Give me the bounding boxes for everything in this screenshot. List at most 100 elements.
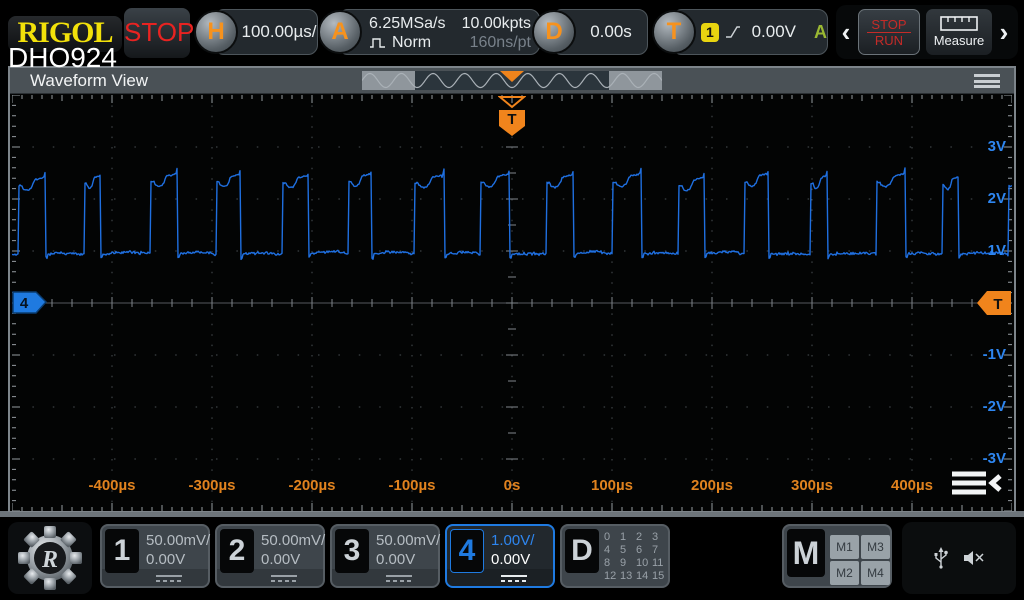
channel4-scale: 1.00V/ <box>491 532 535 549</box>
t-knob[interactable]: T <box>652 10 696 54</box>
ruler-icon <box>940 16 978 31</box>
menu-collapse-icon[interactable] <box>950 469 1002 499</box>
d-knob[interactable]: D <box>532 10 576 54</box>
channel3-number: 3 <box>335 529 369 573</box>
time-scale-label: 300µs <box>790 477 833 494</box>
volt-scale-label: -2V <box>982 398 1006 415</box>
channel2-scale: 50.00mV/ <box>261 532 326 549</box>
stop-label: STOP <box>867 17 911 33</box>
digital-channel-number: 8 <box>604 557 611 569</box>
digital-channel-number: 0 <box>604 531 611 543</box>
svg-text:R: R <box>41 547 58 573</box>
graticule-grid <box>12 95 1012 511</box>
digital-channel-number: 15 <box>652 570 665 582</box>
svg-text:T: T <box>507 111 516 128</box>
gear-icon: R <box>18 526 82 590</box>
trigger-sweep-mode: A <box>814 21 827 42</box>
run-status-indicator[interactable]: STOP <box>124 8 194 58</box>
channel2-card[interactable]: 2 50.00mV/ 0.00V <box>215 524 325 588</box>
channel4-card[interactable]: 4 1.00V/ 0.00V <box>445 524 555 588</box>
io-status-panel <box>902 522 1016 594</box>
time-scale-label: -100µs <box>388 477 436 494</box>
run-label: RUN <box>874 32 904 48</box>
top-bar: RIGOL STOP 100.00µs/ H 6.25MSa/s Norm 10… <box>0 0 1024 64</box>
sine-preview-icon <box>362 71 662 89</box>
volt-scale-label: 2V <box>987 190 1006 207</box>
channel1-offset: 0.00V <box>146 551 186 568</box>
digital-channel-number: 1 <box>620 531 627 543</box>
speaker-muted-icon <box>964 551 984 565</box>
a-knob[interactable]: A <box>318 10 362 54</box>
channel4-ground-marker[interactable]: 4 <box>12 291 48 314</box>
panel-header: Waveform View <box>10 68 1014 94</box>
acq-mode: Norm <box>392 34 432 51</box>
channel3-card[interactable]: 3 50.00mV/ 0.00V <box>330 524 440 588</box>
delay-value: 0.00s <box>590 22 632 41</box>
time-scale-label: -200µs <box>288 477 336 494</box>
acquisition-pill[interactable]: 6.25MSa/s Norm 10.00kpts 160ns/pt <box>338 9 540 55</box>
memory-depth: 10.00kpts <box>461 15 531 32</box>
waveform-view-panel: Waveform View T 4 T 3V 2V 1V -1V -2V -3V… <box>8 66 1016 512</box>
math-card[interactable]: M M1 M2 M3 M4 <box>782 524 892 588</box>
nav-left-chevron[interactable]: ‹ <box>840 7 852 57</box>
channel1-scale: 50.00mV/ <box>146 532 211 549</box>
volt-scale-label: -3V <box>982 450 1006 467</box>
channel4-trace <box>12 167 1012 261</box>
stop-run-button[interactable]: STOP RUN <box>858 9 920 55</box>
digital-channel-number: 6 <box>636 544 643 556</box>
trigger-source-badge: 1 <box>701 22 719 42</box>
digital-channel-number: 14 <box>636 570 649 582</box>
dc-coupling-icon <box>156 575 182 582</box>
channel4-number: 4 <box>450 529 484 573</box>
graticule-area: T 4 T 3V 2V 1V -1V -2V -3V -400µs -300µs -200µs -… <box>10 94 1014 511</box>
channel3-scale: 50.00mV/ <box>376 532 441 549</box>
h-knob[interactable]: H <box>194 10 238 54</box>
trigger-level-marker[interactable]: T <box>976 290 1012 316</box>
time-scale-label: -300µs <box>188 477 236 494</box>
channel4-offset: 0.00V <box>491 551 531 568</box>
trigger-position-marker[interactable]: T <box>498 95 526 137</box>
time-scale-label: 400µs <box>890 477 933 494</box>
rising-slope-icon <box>725 26 740 38</box>
channel2-number: 2 <box>220 529 254 573</box>
h-scale-value: 100.00µs/ <box>241 22 317 41</box>
time-scale-label: -400µs <box>88 477 136 494</box>
trigger-level-value: 0.00V <box>751 22 796 41</box>
volt-scale-label: 1V <box>987 242 1006 259</box>
usb-icon <box>934 547 948 569</box>
math3-button[interactable]: M3 <box>861 535 890 559</box>
dc-coupling-icon <box>501 575 527 582</box>
svg-text:T: T <box>993 296 1002 313</box>
digital-card-label: D <box>565 529 599 573</box>
svg-text:4: 4 <box>20 295 29 312</box>
digital-channel-grid: 0 1 2 3 4 5 6 7 8 9 10 11 12 13 14 15 <box>604 531 668 583</box>
sample-interval: 160ns/pt <box>469 34 531 51</box>
math1-button[interactable]: M1 <box>830 535 859 559</box>
math-card-label: M <box>787 529 825 577</box>
digital-channel-number: 3 <box>652 531 659 543</box>
channel1-card[interactable]: 1 50.00mV/ 0.00V <box>100 524 210 588</box>
time-scale-label: 0s <box>503 477 521 494</box>
volt-scale-label: 3V <box>987 138 1006 155</box>
digital-channel-number: 13 <box>620 570 633 582</box>
channel2-offset: 0.00V <box>261 551 301 568</box>
digital-channels-card[interactable]: D 0 1 2 3 4 5 6 7 8 9 10 11 12 13 14 15 <box>560 524 670 588</box>
digital-channel-number: 9 <box>620 557 627 569</box>
digital-channel-number: 12 <box>604 570 617 582</box>
dc-coupling-icon <box>386 575 412 582</box>
pulse-icon <box>370 38 385 48</box>
measure-button[interactable]: Measure <box>926 9 992 55</box>
rigol-gear-logo[interactable]: R <box>8 522 92 594</box>
measure-label: Measure <box>933 33 985 48</box>
digital-channel-number: 7 <box>652 544 659 556</box>
hamburger-menu-icon[interactable] <box>974 74 1000 88</box>
model-label: DHO924 <box>8 42 117 73</box>
oscilloscope-screen: RIGOL STOP 100.00µs/ H 6.25MSa/s Norm 10… <box>0 0 1024 600</box>
quick-menu-cluster: ‹ STOP RUN Measure › <box>836 5 1018 59</box>
nav-right-chevron[interactable]: › <box>998 7 1010 57</box>
math2-button[interactable]: M2 <box>830 561 859 585</box>
channel1-number: 1 <box>105 529 139 573</box>
horizontal-position-indicator[interactable] <box>362 71 662 90</box>
math4-button[interactable]: M4 <box>861 561 890 585</box>
channel3-offset: 0.00V <box>376 551 416 568</box>
